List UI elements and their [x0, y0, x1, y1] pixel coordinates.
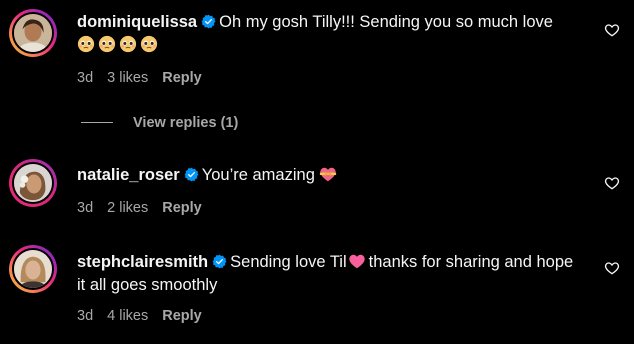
avatar[interactable]: [9, 159, 57, 207]
comment-meta: 3d 4 likes Reply: [77, 307, 216, 325]
comment-username[interactable]: natalie_roser: [77, 166, 180, 184]
view-replies-button[interactable]: View replies (1): [81, 114, 238, 132]
reply-button[interactable]: Reply: [162, 308, 202, 324]
comment-text: dominiquelissa Oh my gosh Tilly!!! Sendin…: [77, 11, 577, 57]
comment-likes[interactable]: 3 likes: [107, 70, 148, 86]
comment-username[interactable]: stephclairesmith: [77, 253, 208, 271]
replies-divider: [81, 122, 113, 123]
comment-text: natalie_roser You’re amazing: [77, 164, 577, 187]
like-heart-icon[interactable]: [604, 175, 620, 191]
comment-time: 3d: [77, 308, 94, 324]
comment-body: Oh my gosh Tilly!!! Sending you so much …: [219, 13, 553, 31]
pleading-face-emoji: [77, 35, 95, 53]
avatar-photo: [14, 14, 52, 52]
comment-body: Sending love Til: [230, 253, 347, 271]
pleading-face-emoji: [98, 35, 116, 53]
comment-time: 3d: [77, 200, 94, 216]
verified-badge-icon: [201, 14, 216, 29]
avatar-photo: [14, 250, 52, 288]
avatar[interactable]: [9, 9, 57, 57]
pleading-face-emoji: [119, 35, 137, 53]
comment-likes[interactable]: 4 likes: [107, 308, 148, 324]
comment-time: 3d: [77, 70, 94, 86]
pink-heart-emoji: [348, 254, 365, 269]
like-heart-icon[interactable]: [604, 260, 620, 276]
comment-body: You’re amazing: [201, 166, 315, 184]
reply-button[interactable]: Reply: [162, 70, 202, 86]
comment-likes[interactable]: 2 likes: [107, 200, 148, 216]
comment-meta: 3d 3 likes Reply: [77, 69, 216, 87]
comment-meta: 3d 2 likes Reply: [77, 199, 216, 217]
comment-text: stephclairesmith Sending love Til thanks f…: [77, 251, 577, 297]
view-replies-label[interactable]: View replies (1): [133, 115, 238, 131]
heart-with-ribbon-emoji: [320, 167, 337, 182]
reply-button[interactable]: Reply: [162, 200, 202, 216]
verified-badge-icon: [184, 167, 199, 182]
avatar[interactable]: [9, 245, 57, 293]
avatar-photo: [14, 164, 52, 202]
pleading-face-emoji: [140, 35, 158, 53]
like-heart-icon[interactable]: [604, 22, 620, 38]
comment-username[interactable]: dominiquelissa: [77, 13, 197, 31]
verified-badge-icon: [212, 254, 227, 269]
